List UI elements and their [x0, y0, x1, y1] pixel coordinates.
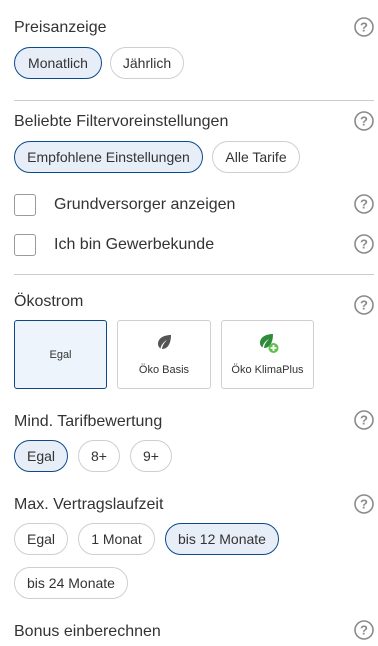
svg-text:?: ? [360, 114, 368, 129]
eco-option-any[interactable]: Egal [14, 320, 107, 389]
term-option-any[interactable]: Egal [14, 523, 68, 555]
rating-option-9[interactable]: 9+ [130, 440, 172, 472]
help-icon[interactable]: ? [354, 295, 374, 315]
eco-option-any-label: Egal [49, 349, 72, 361]
svg-text:?: ? [360, 20, 368, 35]
help-icon[interactable]: ? [354, 194, 374, 214]
basic-supplier-label: Grundversorger anzeigen [54, 196, 236, 213]
eco-option-basic-label: Öko Basis [138, 364, 190, 376]
eco-option-klimaplus-label: Öko KlimaPlus [231, 364, 304, 376]
help-icon[interactable]: ? [354, 494, 374, 514]
price-option-monthly[interactable]: Monatlich [14, 47, 102, 79]
preset-option-all-tariffs[interactable]: Alle Tarife [212, 141, 300, 173]
help-icon[interactable]: ? [354, 410, 374, 430]
svg-text:?: ? [360, 197, 368, 212]
rating-option-8[interactable]: 8+ [78, 440, 120, 472]
divider [14, 100, 374, 101]
svg-text:?: ? [360, 623, 368, 638]
svg-text:?: ? [360, 413, 368, 428]
term-option-24-months[interactable]: bis 24 Monate [14, 567, 128, 599]
business-customer-checkbox[interactable] [14, 234, 36, 256]
help-icon[interactable]: ? [354, 17, 374, 37]
help-icon[interactable]: ? [354, 234, 374, 254]
help-icon[interactable]: ? [354, 111, 374, 131]
term-option-12-months[interactable]: bis 12 Monate [165, 523, 279, 555]
svg-text:?: ? [360, 298, 368, 313]
leaf-icon [155, 333, 173, 354]
help-icon[interactable]: ? [354, 620, 374, 640]
eco-option-basic[interactable]: Öko Basis [117, 320, 211, 389]
eco-power-title: Ökostrom [14, 293, 84, 310]
basic-supplier-checkbox[interactable] [14, 194, 36, 216]
max-term-title: Max. Vertragslaufzeit [14, 496, 164, 513]
price-option-yearly[interactable]: Jährlich [110, 47, 184, 79]
bonus-title: Bonus einberechnen [14, 623, 161, 640]
price-display-title: Preisanzeige [14, 19, 107, 36]
min-rating-title: Mind. Tarifbewertung [14, 413, 163, 430]
leaf-plus-icon [257, 332, 279, 357]
eco-option-klimaplus[interactable]: Öko KlimaPlus [221, 320, 314, 389]
business-customer-label: Ich bin Gewerbekunde [54, 236, 215, 253]
divider [14, 274, 374, 275]
preset-option-recommended[interactable]: Empfohlene Einstellungen [14, 141, 203, 173]
svg-text:?: ? [360, 237, 368, 252]
filter-presets-title: Beliebte Filtervoreinstellungen [14, 113, 229, 130]
svg-text:?: ? [360, 497, 368, 512]
term-option-1-month[interactable]: 1 Monat [78, 523, 155, 555]
rating-option-any[interactable]: Egal [14, 440, 68, 472]
